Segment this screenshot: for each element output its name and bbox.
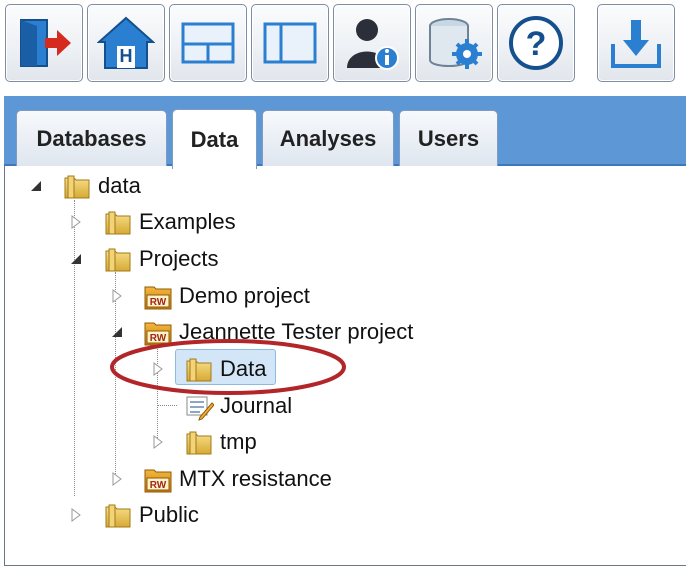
folder-icon [105,248,131,272]
svg-text:RW: RW [150,480,167,491]
split-layout-icon [181,22,235,64]
folder-icon [64,175,90,199]
tree-node-projects[interactable]: Projects [103,244,218,274]
journal-pencil-icon [186,396,214,421]
tree-node-mtx-resistance[interactable]: RW MTX resistance [143,464,332,494]
svg-text:?: ? [526,25,547,63]
database-settings-button[interactable] [415,4,493,82]
tree-node-label: tmp [220,429,257,454]
user-info-button[interactable] [333,4,411,82]
tree-node-demo-project[interactable]: RW Demo project [143,281,310,311]
tree-connector [157,405,177,406]
tree-node-tester-data[interactable]: Data [184,354,266,384]
tree-connector [74,200,75,496]
expand-triangle-icon[interactable] [111,289,123,303]
tree-node-label: Journal [220,393,293,418]
expand-triangle-icon[interactable] [111,472,123,486]
help-button[interactable]: ? [497,4,575,82]
import-button[interactable] [597,4,675,82]
tree-connector [115,272,116,482]
tab-databases[interactable]: Databases [16,110,167,166]
user-info-icon [347,19,399,70]
tab-label: Data [190,126,239,152]
folder-icon [186,358,212,382]
tree-node-label: Examples [139,209,236,234]
tree-node-label: Public [139,502,199,527]
svg-text:H: H [120,46,133,66]
folder-icon [105,211,131,235]
tree-node-data[interactable]: data [62,171,141,201]
collapse-triangle-icon[interactable] [111,325,123,339]
tree-node-tmp[interactable]: tmp [184,427,257,457]
home-icon: H [97,16,155,69]
tree-node-tester-project[interactable]: RW Jeannette Tester project [143,317,413,347]
folder-icon [186,431,212,455]
sidebar-layout-icon [263,22,317,64]
collapse-triangle-icon[interactable] [70,252,82,266]
tab-label: Databases [36,125,147,151]
folder-icon [105,504,131,528]
home-button[interactable]: H [87,4,165,82]
tree-node-public[interactable]: Public [103,500,199,530]
tree-node-label: Demo project [179,283,310,308]
tab-analyses[interactable]: Analyses [262,110,394,166]
tree-node-label: MTX resistance [179,466,332,491]
svg-text:RW: RW [150,297,167,308]
tree-node-label: Projects [139,246,219,271]
sidebar-layout-button[interactable] [251,4,329,82]
tree-node-label: Data [220,356,267,381]
tree-node-examples[interactable]: Examples [103,207,236,237]
expand-triangle-icon[interactable] [152,435,164,449]
tab-data[interactable]: Data [172,109,257,169]
tree-node-label: data [98,173,141,198]
collapse-triangle-icon[interactable] [30,179,42,193]
tab-label: Analyses [279,125,377,151]
project-folder-icon: RW [144,469,172,493]
tree-node-journal[interactable]: Journal [184,391,292,421]
tab-users[interactable]: Users [399,110,498,166]
import-tray-icon [611,20,661,68]
logout-button[interactable] [5,4,83,82]
expand-triangle-icon[interactable] [152,362,164,376]
database-gear-icon [429,18,482,69]
project-folder-icon: RW [144,322,172,346]
toolbar: H ? [0,0,686,92]
help-icon: ? [509,16,563,70]
project-folder-icon: RW [144,286,172,310]
split-layout-button[interactable] [169,4,247,82]
tree-node-label: Jeannette Tester project [179,319,414,344]
expand-triangle-icon[interactable] [70,508,82,522]
tree-connector [157,346,158,444]
tab-label: Users [417,125,480,151]
expand-triangle-icon[interactable] [70,215,82,229]
svg-text:RW: RW [150,333,167,344]
exit-door-icon [20,19,71,67]
